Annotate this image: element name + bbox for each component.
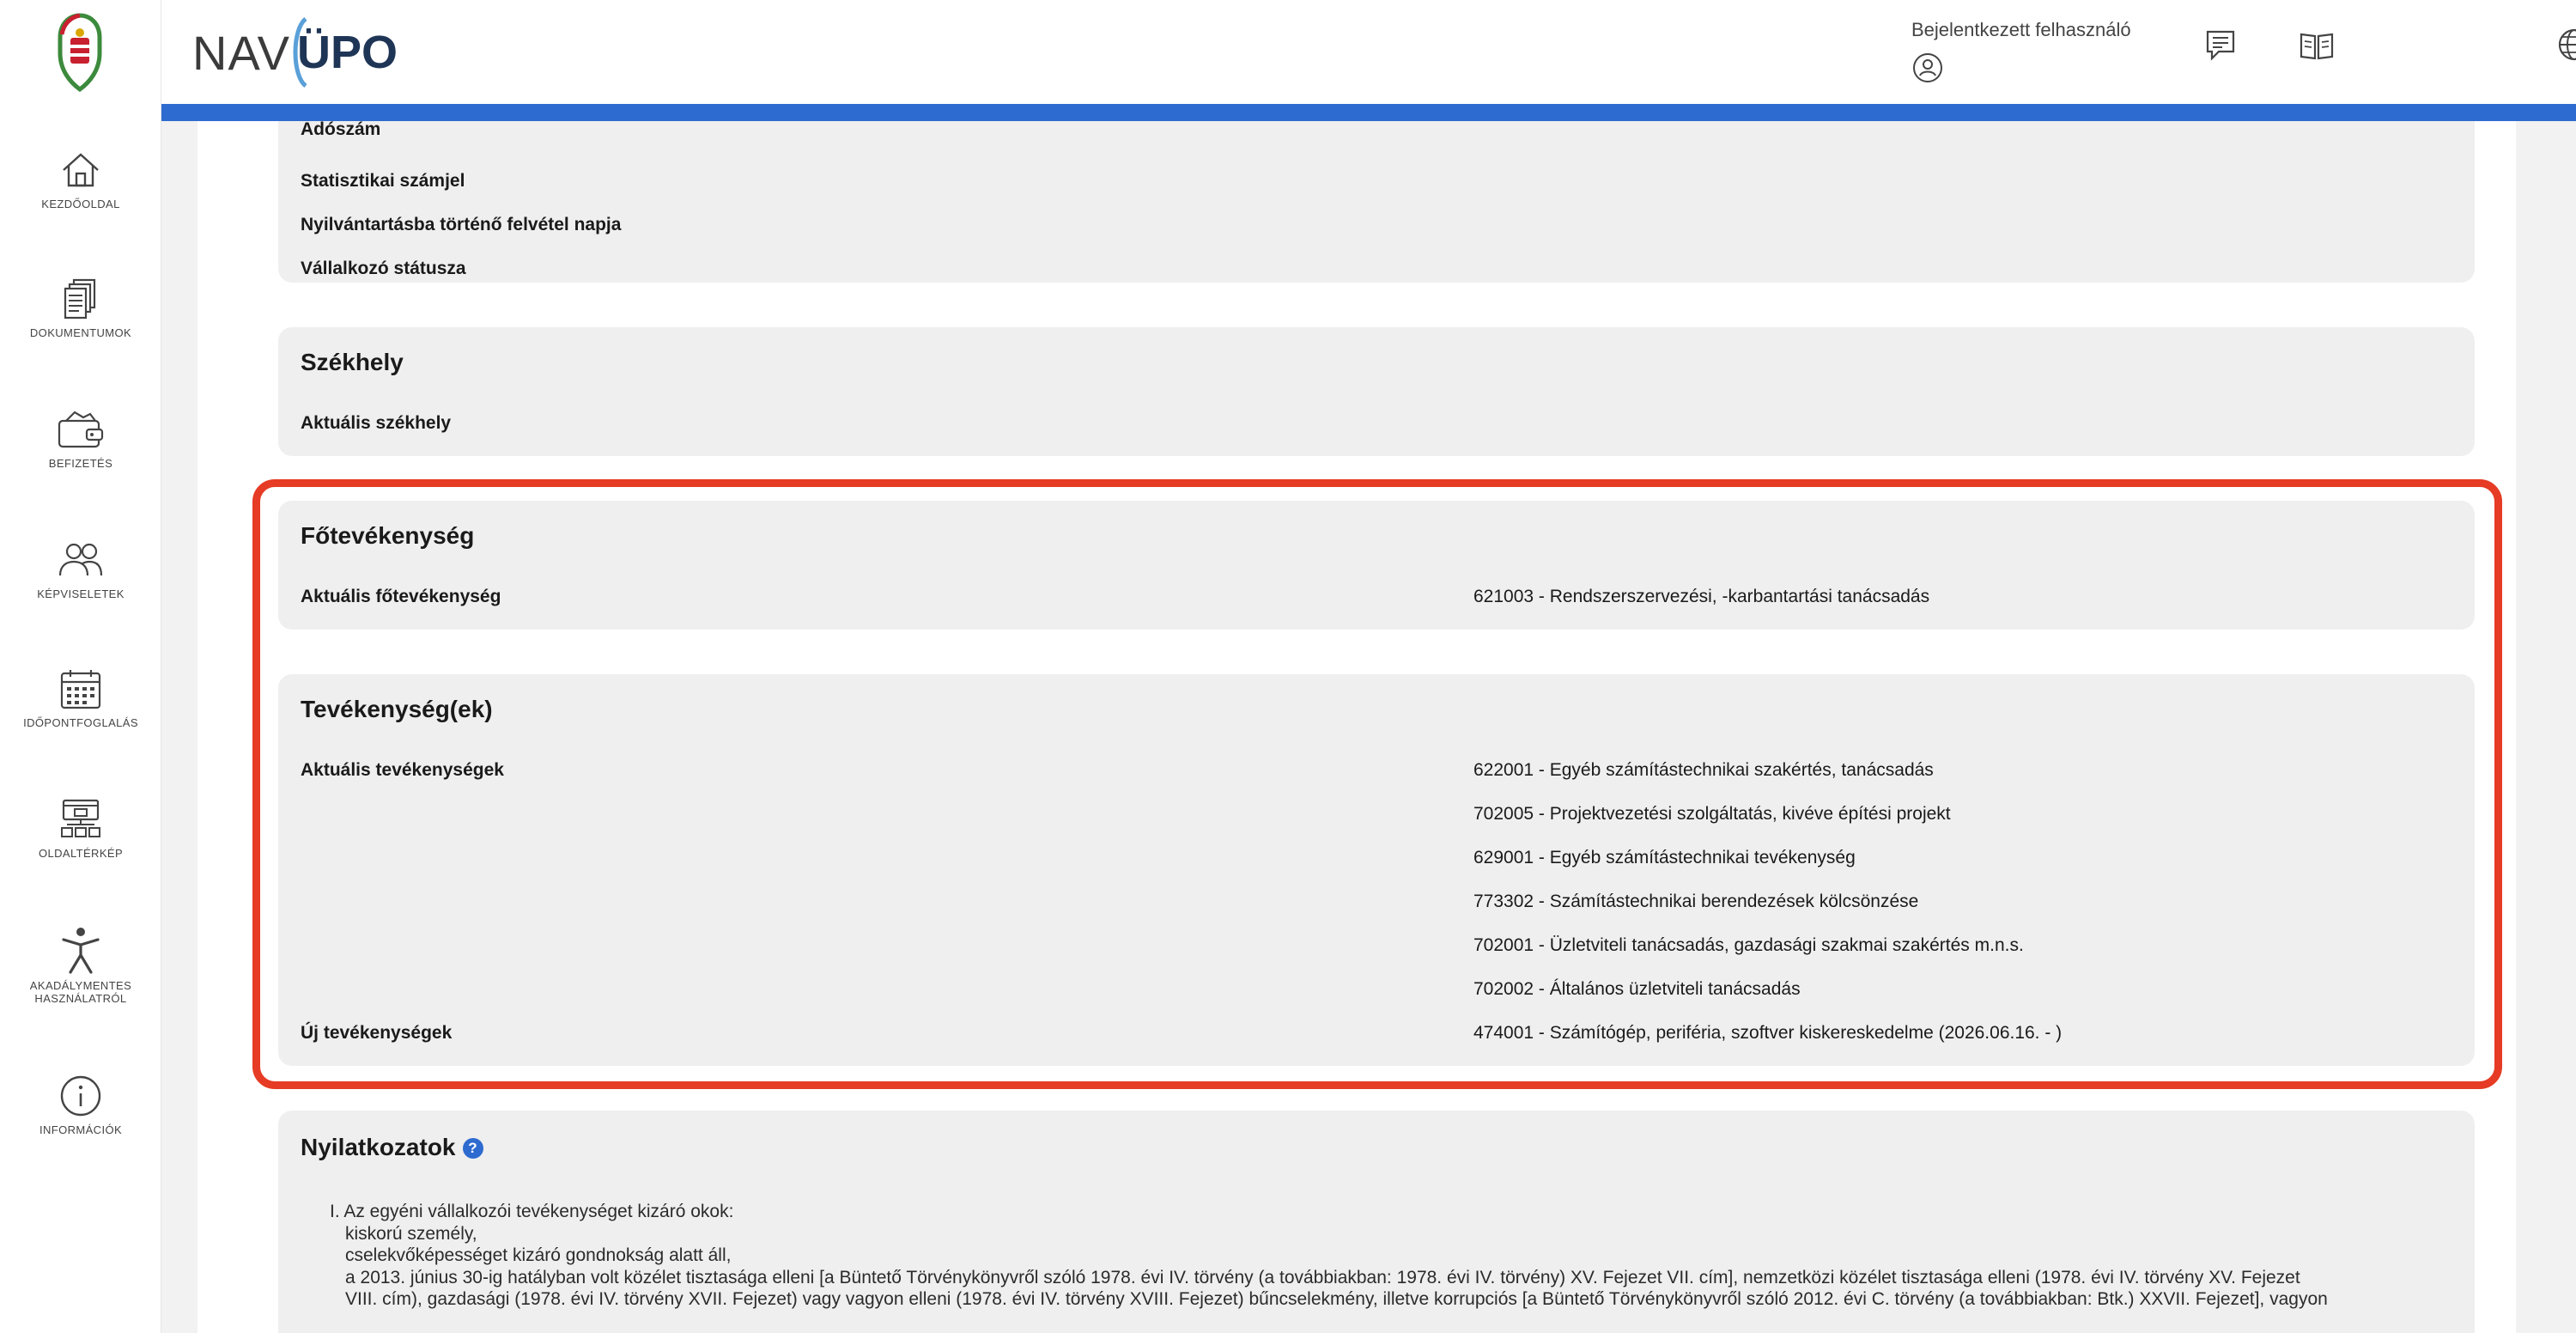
activity-item: 629001 - Egyéb számítástechnikai tevéken…: [1473, 848, 1856, 867]
card-title: Nyilatkozatok?: [301, 1134, 483, 1161]
row-label-current-main-activity: Aktuális főtevékenység: [301, 587, 501, 606]
sidebar: KEZDŐOLDAL DOKUMENTUMOK BEFIZETÉS KÉPVIS…: [0, 0, 161, 1333]
activity-item: 702001 - Üzletviteli tanácsadás, gazdasá…: [1473, 935, 2024, 955]
message-icon[interactable]: [2203, 27, 2238, 62]
row-label-stat-code: Statisztikai számjel: [301, 171, 465, 191]
header-accent-bar: [161, 104, 2576, 121]
sidebar-item-appointment[interactable]: IDŐPONTFOGLALÁS: [0, 666, 161, 729]
accessibility-icon: [62, 928, 100, 974]
sidebar-item-sitemap[interactable]: OLDALTÉRKÉP: [0, 797, 161, 860]
main-content: Adószám Statisztikai számjel Nyilvántart…: [197, 70, 2516, 1333]
declarations-text: I. Az egyéni vállalkozói tevékenységet k…: [330, 1201, 2451, 1311]
declaration-line: VIII. cím), gazdasági (1978. évi IV. tör…: [345, 1289, 2328, 1309]
activity-item: 622001 - Egyéb számítástechnikai szakért…: [1473, 760, 1934, 780]
activity-item: 702005 - Projektvezetési szolgáltatás, k…: [1473, 804, 1951, 824]
sidebar-item-payment[interactable]: BEFIZETÉS: [0, 407, 161, 470]
sidebar-item-label: BEFIZETÉS: [48, 457, 113, 470]
documents-icon: [64, 278, 96, 320]
row-label-new-activities: Új tevékenységek: [301, 1023, 453, 1043]
row-label-registration-date: Nyilvántartásba történő felvétel napja: [301, 215, 622, 234]
top-header: NAV ÜPO Bejelentkezett felhasználó: [161, 0, 2576, 104]
main-activity-card: Főtevékenység Aktuális főtevékenység 621…: [278, 501, 2475, 630]
sidebar-item-accessibility[interactable]: AKADÁLYMENTES HASZNÁLATRÓL: [0, 926, 161, 1005]
declarations-title: Nyilatkozatok: [301, 1134, 456, 1160]
sidebar-item-label: OLDALTÉRKÉP: [38, 847, 124, 860]
home-icon: [63, 153, 99, 187]
sidebar-item-label: KEZDŐOLDAL: [41, 198, 120, 210]
declarations-card: Nyilatkozatok? I. Az egyéni vállalkozói …: [278, 1111, 2475, 1333]
nav-upo-logo[interactable]: NAV ÜPO: [192, 14, 398, 91]
new-activity-item: 474001 - Számítógép, periféria, szoftver…: [1473, 1023, 2063, 1043]
row-label-current-activities: Aktuális tevékenységek: [301, 760, 504, 780]
sidebar-item-label: KÉPVISELETEK: [37, 587, 125, 600]
row-label-current-headquarters: Aktuális székhely: [301, 413, 452, 433]
activity-item: 702002 - Általános üzletviteli tanácsadá…: [1473, 979, 1801, 999]
sidebar-item-label: INFORMÁCIÓK: [39, 1123, 123, 1136]
manual-book-icon[interactable]: [2298, 27, 2336, 62]
language-globe-icon[interactable]: [2557, 27, 2576, 62]
help-icon[interactable]: ?: [462, 1138, 483, 1159]
sidebar-item-information[interactable]: INFORMÁCIÓK: [0, 1074, 161, 1136]
sidebar-item-documents[interactable]: DOKUMENTUMOK: [0, 277, 161, 339]
card-title: Főtevékenység: [301, 522, 475, 549]
sidebar-item-home[interactable]: KEZDŐOLDAL: [0, 148, 161, 210]
user-label: Bejelentkezett felhasználó: [1911, 19, 2131, 40]
info-icon: [60, 1075, 101, 1117]
row-label-tax-number: Adószám: [301, 119, 381, 139]
activity-item: 773302 - Számítástechnikai berendezések …: [1473, 892, 1919, 911]
card-title: Székhely: [301, 349, 404, 375]
sitemap-icon: [61, 799, 100, 837]
sidebar-item-representations[interactable]: KÉPVISELETEK: [0, 538, 161, 600]
card-title: Tevékenység(ek): [301, 696, 493, 722]
headquarters-card: Székhely Aktuális székhely: [278, 327, 2475, 456]
sidebar-item-label: AKADÁLYMENTES: [29, 979, 132, 992]
wallet-icon: [58, 411, 104, 448]
user-avatar-icon: [1913, 53, 1942, 82]
main-activity-value: 621003 - Rendszerszervezési, -karbantart…: [1473, 587, 1930, 606]
coat-of-arms-logo[interactable]: [50, 12, 110, 98]
logged-in-user[interactable]: Bejelentkezett felhasználó: [1911, 19, 2131, 84]
calendar-icon: [60, 670, 101, 709]
declaration-line: kiskorú személy,: [345, 1223, 477, 1244]
declaration-line: a 2013. június 30-ig hatályban volt közé…: [345, 1267, 2300, 1287]
people-icon: [58, 543, 103, 576]
sidebar-item-label: IDŐPONTFOGLALÁS: [23, 716, 138, 729]
logo-prefix: NAV: [192, 25, 290, 80]
logo-suffix: ÜPO: [297, 27, 398, 78]
activities-card: Tevékenység(ek) Aktuális tevékenységek 6…: [278, 674, 2475, 1066]
sidebar-item-label: DOKUMENTUMOK: [29, 326, 132, 339]
declaration-line: cselekvőképességet kizáró gondnokság ala…: [345, 1245, 732, 1265]
row-label-entrepreneur-status: Vállalkozó státusza: [301, 259, 466, 278]
sidebar-item-label-line2: HASZNÁLATRÓL: [34, 992, 127, 1005]
declaration-line: I. Az egyéni vállalkozói tevékenységet k…: [330, 1202, 734, 1221]
